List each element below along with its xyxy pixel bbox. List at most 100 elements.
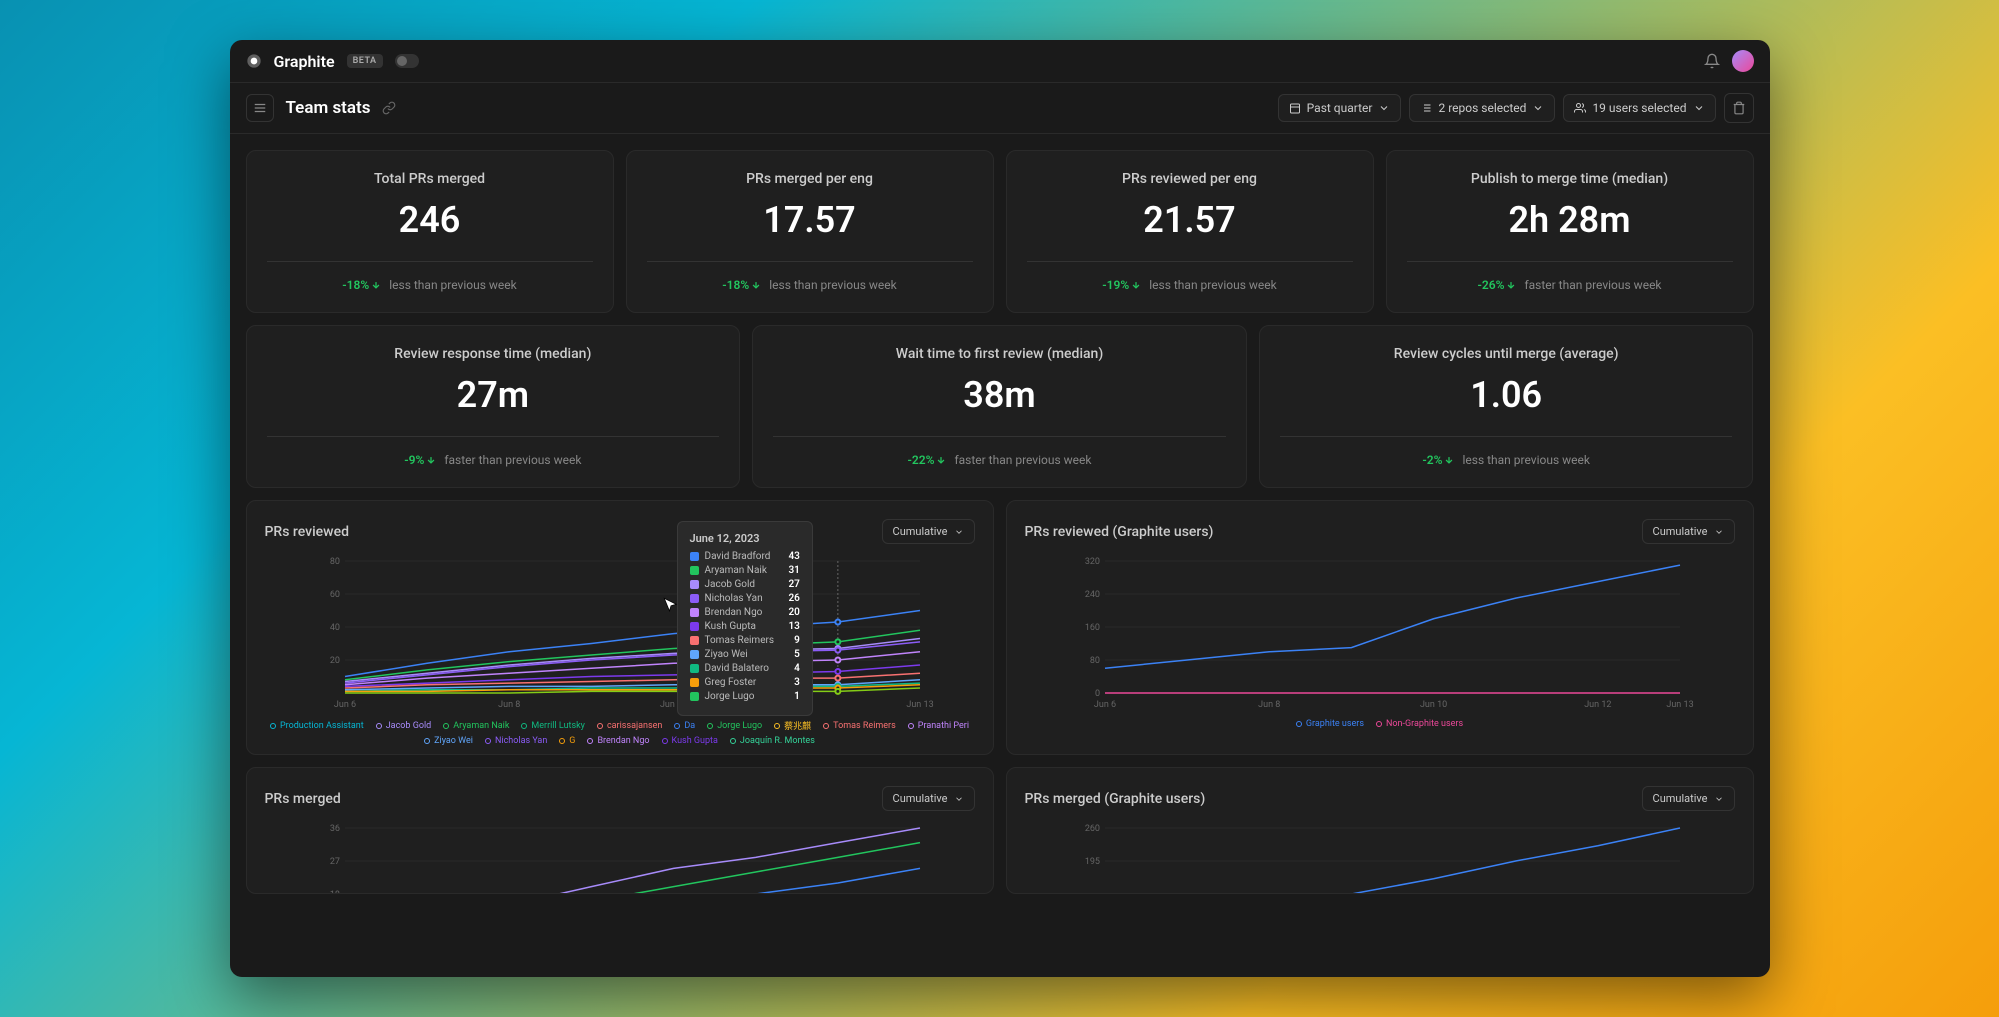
chart-mode-selector[interactable]: Cumulative [882, 786, 975, 811]
theme-toggle[interactable] [395, 54, 419, 68]
metric-label: Total PRs merged [267, 171, 593, 187]
time-range-label: Past quarter [1307, 101, 1373, 115]
trash-icon [1732, 101, 1746, 115]
chart-legend: Production Assistant Jacob Gold Aryaman Na… [265, 719, 975, 746]
app-header: Graphite BETA [230, 40, 1770, 83]
chart-canvas: 20406080Jun 6Jun 8Jun 10Jun 13 [265, 556, 975, 711]
tooltip-row: Ziyao Wei5 [690, 649, 800, 660]
chart-tooltip: June 12, 2023 David Bradford43Aryaman Na… [677, 521, 813, 716]
svg-text:260: 260 [1084, 824, 1099, 834]
legend-item[interactable]: Kush Gupta [662, 736, 718, 746]
svg-text:80: 80 [1089, 656, 1099, 666]
sidebar-toggle-button[interactable] [246, 94, 274, 122]
svg-text:Jun 10: Jun 10 [1419, 700, 1446, 710]
metric-label: Review response time (median) [267, 346, 720, 362]
delete-button[interactable] [1724, 93, 1754, 123]
time-range-filter[interactable]: Past quarter [1278, 94, 1402, 122]
svg-text:27: 27 [329, 857, 339, 867]
chart-mode-selector[interactable]: Cumulative [1642, 786, 1735, 811]
tooltip-row: Brendan Ngo20 [690, 607, 800, 618]
chevron-down-icon [1532, 102, 1544, 114]
tooltip-row: Nicholas Yan26 [690, 593, 800, 604]
chart-title: PRs merged (Graphite users) [1025, 791, 1206, 807]
chart-mode-selector[interactable]: Cumulative [1642, 519, 1735, 544]
legend-item[interactable]: 蔡兆麒 [774, 719, 811, 732]
legend-item[interactable]: Jacob Gold [376, 719, 432, 732]
legend-item[interactable]: Da [674, 719, 695, 732]
legend-item[interactable]: Production Assistant [270, 719, 364, 732]
metric-delta-pct: -18% [722, 278, 761, 292]
metric-delta-text: less than previous week [1149, 278, 1276, 292]
metric-delta-pct: -18% [342, 278, 381, 292]
copy-link-icon[interactable] [382, 101, 396, 115]
metric-label: Publish to merge time (median) [1407, 171, 1733, 187]
app-window: Graphite BETA Team stats Past quarter [230, 40, 1770, 977]
user-avatar[interactable] [1732, 50, 1754, 72]
charts-row-1: PRs reviewed Cumulative 20406080Jun 6Jun… [246, 500, 1754, 755]
legend-item[interactable]: Pranathi Peri [908, 719, 969, 732]
menu-icon [253, 101, 267, 115]
legend-item[interactable]: G [559, 736, 575, 746]
legend-item[interactable]: Merrill Lutsky [521, 719, 585, 732]
beta-badge: BETA [347, 54, 383, 68]
svg-text:60: 60 [329, 590, 339, 600]
users-icon [1574, 102, 1586, 114]
metrics-row-1: Total PRs merged 246 -18% less than prev… [246, 150, 1754, 313]
legend-item[interactable]: Joaquín R. Montes [730, 736, 815, 746]
metric-delta-pct: -19% [1102, 278, 1141, 292]
metric-card: Total PRs merged 246 -18% less than prev… [246, 150, 614, 313]
svg-text:0: 0 [1094, 689, 1099, 699]
metric-value: 27m [267, 374, 720, 416]
svg-text:240: 240 [1084, 590, 1099, 600]
legend-item[interactable]: Jorge Lugo [707, 719, 762, 732]
chart-prs-reviewed: PRs reviewed Cumulative 20406080Jun 6Jun… [246, 500, 994, 755]
metric-delta-pct: -26% [1477, 278, 1516, 292]
svg-text:160: 160 [1084, 623, 1099, 633]
metric-value: 38m [773, 374, 1226, 416]
chart-mode-selector[interactable]: Cumulative [882, 519, 975, 544]
legend-item[interactable]: Brendan Ngo [587, 736, 649, 746]
legend-item[interactable]: carissajansen [597, 719, 662, 732]
legend-item[interactable]: Graphite users [1296, 719, 1364, 729]
tooltip-row: Jacob Gold27 [690, 579, 800, 590]
legend-item[interactable]: Tomas Reimers [823, 719, 896, 732]
legend-item[interactable]: Ziyao Wei [424, 736, 473, 746]
arrow-down-icon [936, 455, 946, 465]
svg-text:20: 20 [329, 656, 339, 666]
legend-item[interactable]: Aryaman Naik [443, 719, 509, 732]
metric-value: 17.57 [647, 199, 973, 241]
tooltip-date: June 12, 2023 [690, 532, 800, 545]
tooltip-row: Aryaman Naik31 [690, 565, 800, 576]
metric-delta-pct: -9% [404, 453, 436, 467]
metric-card: Wait time to first review (median) 38m -… [752, 325, 1247, 488]
chevron-down-icon [1378, 102, 1390, 114]
chart-canvas: 080160240320Jun 6Jun 8Jun 10Jun 12Jun 13 [1025, 556, 1735, 711]
metric-card: Review cycles until merge (average) 1.06… [1259, 325, 1754, 488]
metric-delta-text: less than previous week [769, 278, 896, 292]
metric-delta-text: faster than previous week [954, 453, 1091, 467]
legend-item[interactable]: Non-Graphite users [1376, 719, 1463, 729]
metric-delta-pct: -22% [907, 453, 946, 467]
metric-label: Wait time to first review (median) [773, 346, 1226, 362]
chart-prs-reviewed-graphite: PRs reviewed (Graphite users) Cumulative… [1006, 500, 1754, 755]
metric-value: 1.06 [1280, 374, 1733, 416]
chevron-down-icon [954, 794, 964, 804]
app-name: Graphite [274, 52, 335, 71]
metric-card: Review response time (median) 27m -9% fa… [246, 325, 741, 488]
users-filter-label: 19 users selected [1592, 101, 1686, 115]
metric-delta-pct: -2% [1422, 453, 1454, 467]
repos-filter[interactable]: 2 repos selected [1409, 94, 1555, 122]
legend-item[interactable]: Nicholas Yan [485, 736, 547, 746]
svg-text:Jun 6: Jun 6 [1093, 700, 1115, 710]
metrics-row-2: Review response time (median) 27m -9% fa… [246, 325, 1754, 488]
notifications-icon[interactable] [1704, 53, 1720, 69]
page-title: Team stats [286, 98, 371, 118]
charts-row-2: PRs merged Cumulative 182736 PRs merged … [246, 767, 1754, 894]
list-icon [1420, 102, 1432, 114]
metric-card: PRs merged per eng 17.57 -18% less than … [626, 150, 994, 313]
svg-text:Jun 8: Jun 8 [498, 700, 520, 710]
metric-label: PRs merged per eng [647, 171, 973, 187]
arrow-down-icon [371, 280, 381, 290]
tooltip-row: Greg Foster3 [690, 677, 800, 688]
users-filter[interactable]: 19 users selected [1563, 94, 1715, 122]
